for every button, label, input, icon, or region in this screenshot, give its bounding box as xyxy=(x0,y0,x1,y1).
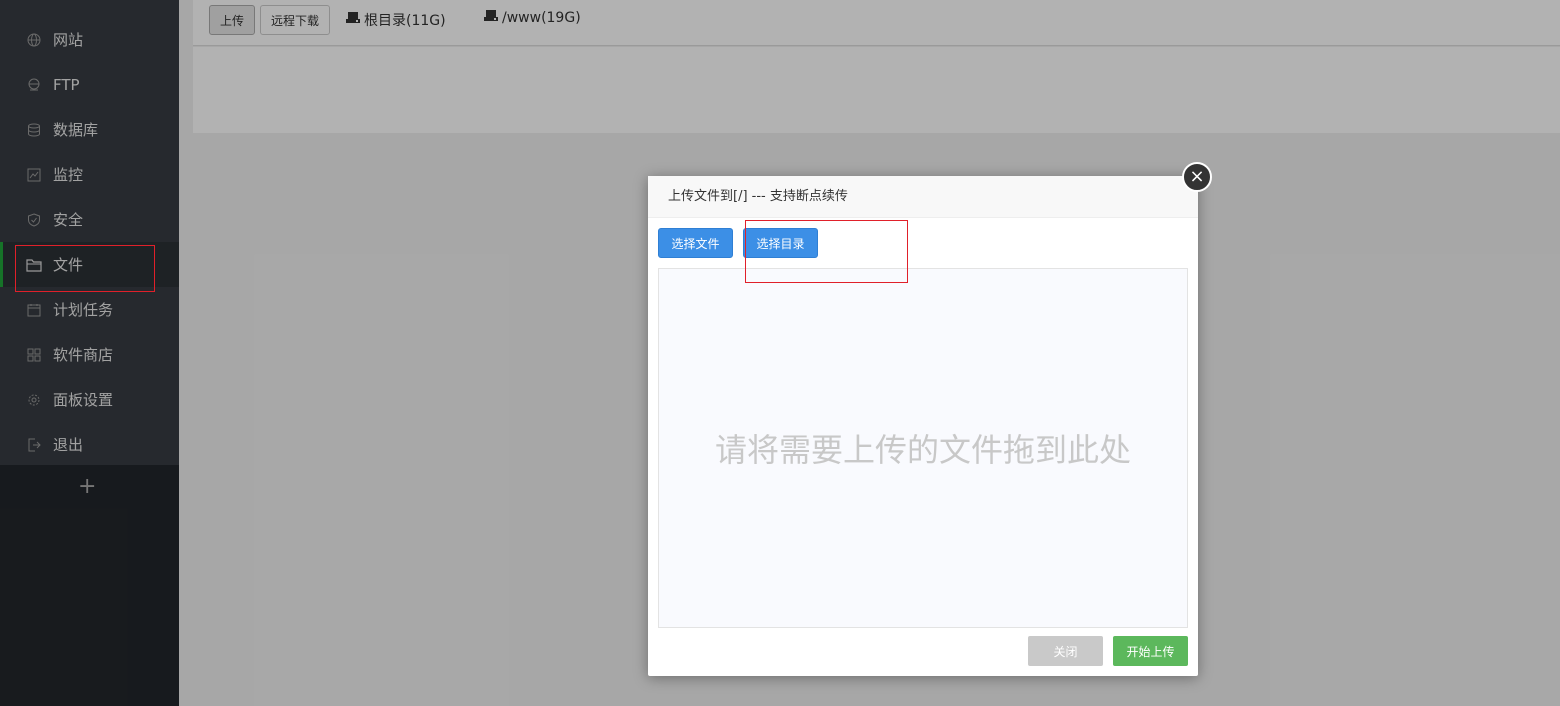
drop-hint: 请将需要上传的文件拖到此处 xyxy=(714,431,1131,469)
select-file-button[interactable]: 选择文件 xyxy=(658,228,733,258)
highlight-box-files xyxy=(15,245,155,292)
upload-dialog: 上传文件到[/] --- 支持断点续传 × 选择文件 选择目录 请将需要上传的文… xyxy=(648,162,1212,676)
close-icon[interactable]: × xyxy=(1182,162,1212,192)
close-button[interactable]: 关闭 xyxy=(1028,636,1103,666)
start-upload-button[interactable]: 开始上传 xyxy=(1113,636,1188,666)
drop-zone[interactable]: 请将需要上传的文件拖到此处 xyxy=(658,268,1188,628)
highlight-box-select-directory xyxy=(745,220,908,283)
dialog-title: 上传文件到[/] --- 支持断点续传 xyxy=(648,176,1198,218)
